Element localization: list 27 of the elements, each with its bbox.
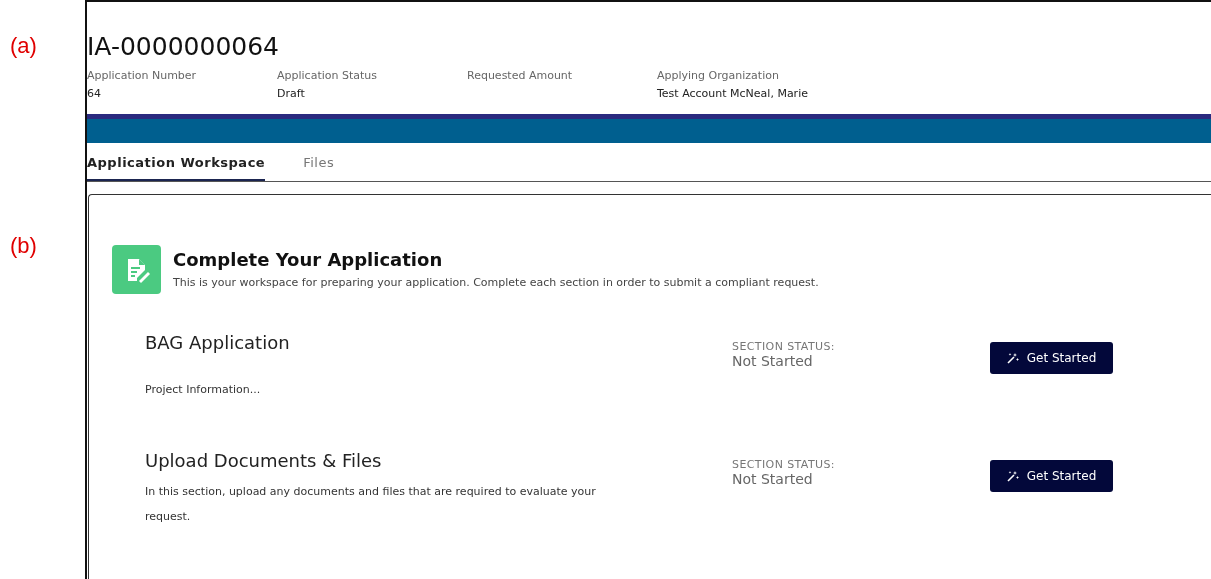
field-label: Application Status <box>277 69 377 82</box>
document-edit-icon <box>112 245 161 294</box>
tab[interactable]: Application Workspace <box>87 143 266 181</box>
field-label: Applying Organization <box>657 69 779 82</box>
magic-wand-icon <box>1006 470 1019 482</box>
field-label: Application Number <box>87 69 197 82</box>
annotation-label: (b) <box>10 233 37 259</box>
field-label: Requested Amount <box>467 69 573 82</box>
section-status: Not Started <box>732 471 813 487</box>
record-title: IA-0000000064 <box>87 32 279 61</box>
workspace-heading: Complete Your Application <box>173 249 443 270</box>
section-title: BAG Application <box>145 332 290 353</box>
field-value: Draft <box>277 87 305 100</box>
annotation-label: (a) <box>10 33 37 59</box>
section-title: Upload Documents & Files <box>145 450 382 471</box>
section-description: Project Information... <box>145 382 262 398</box>
field-value: 64 <box>87 87 101 100</box>
workspace-description: This is your workspace for preparing your application. Complete each section in order to submit a compliant request. <box>173 276 819 289</box>
tab[interactable]: Files <box>303 143 335 181</box>
field-value: Test Account McNeal, Marie <box>657 87 808 100</box>
section-status-label: SECTION STATUS: <box>732 458 835 471</box>
section-description: In this section, upload any documents and files that are required to evaluate your request. <box>145 484 597 525</box>
section-status-label: SECTION STATUS: <box>732 340 835 353</box>
magic-wand-icon <box>1006 352 1019 364</box>
section-status: Not Started <box>732 353 813 369</box>
get-started-button[interactable]: Get Started <box>990 342 1113 374</box>
get-started-button[interactable]: Get Started <box>990 460 1113 492</box>
